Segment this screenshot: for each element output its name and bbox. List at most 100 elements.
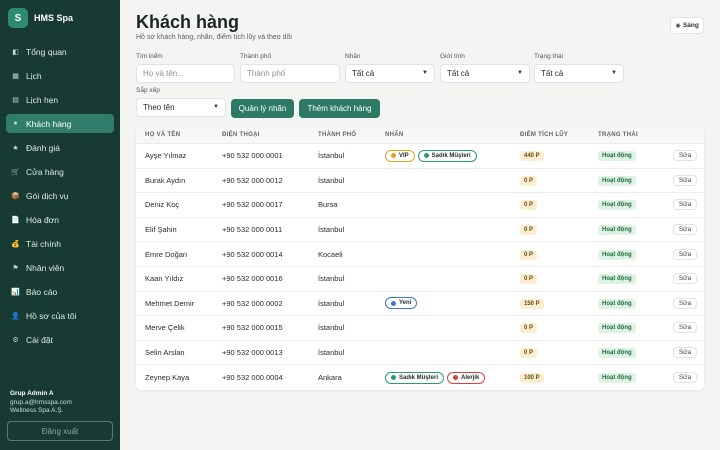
brand[interactable]: S HMS Spa <box>8 8 73 28</box>
tag-label: VIP <box>399 152 409 159</box>
table-header: HỌ VÀ TÊN ĐIỆN THOẠI THÀNH PHỐ NHÃN ĐIỂM… <box>136 126 704 144</box>
customer-name: Merve Çelik <box>145 323 185 333</box>
edit-button[interactable]: Sửa <box>673 248 697 260</box>
search-filter: Tìm kiếm Họ và tên... <box>136 53 235 83</box>
tag-dot-icon <box>453 375 459 381</box>
edit-button[interactable]: Sửa <box>673 273 697 285</box>
table-row[interactable]: Mehmet Demir +90 532 000 0002 İstanbul Yeni… <box>136 292 704 317</box>
edit-cell: Sửa <box>673 372 697 384</box>
edit-button[interactable]: Sửa <box>673 224 697 236</box>
sidebar-item-label: Hóa đơn <box>26 214 59 225</box>
sidebar-nav: ◧ Tổng quan ▦ Lịch ▤ Lịch hẹn ● Khách hàng ★ Đánh… <box>6 42 114 354</box>
tag-badge: Yeni <box>385 297 418 310</box>
table-row[interactable]: Kaan Yıldız +90 532 000 0016 İstanbul 0 P Ho… <box>136 267 704 292</box>
points-cell: 0 P <box>520 199 538 211</box>
customer-city: İstanbul <box>318 348 345 358</box>
sidebar-item[interactable]: 🛒 Cửa hàng <box>6 162 114 181</box>
sidebar-item[interactable]: ▤ Lịch hẹn <box>6 90 114 109</box>
sidebar-item-label: Gói dịch vụ <box>26 190 69 201</box>
logout-button[interactable]: Đăng xuất <box>7 421 113 441</box>
table-row[interactable]: Merve Çelik +90 532 000 0015 İstanbul 0 P Ho… <box>136 316 704 341</box>
tag-label: Nhãn <box>345 53 361 60</box>
status-select[interactable]: Tất cả ▼ <box>534 64 624 83</box>
manage-tags-button[interactable]: Quản lý nhãn <box>231 99 294 118</box>
tag-filter: Nhãn Tất cả ▼ <box>345 53 435 83</box>
points-cell: 150 P <box>520 298 544 309</box>
customer-name: Emre Doğan <box>145 249 188 259</box>
tag-badge: Sadık Müşteri <box>385 371 445 384</box>
sidebar-item[interactable]: 💰 Tài chính <box>6 234 114 253</box>
customer-city: Bursa <box>318 200 338 210</box>
sidebar-item[interactable]: ▦ Lịch <box>6 66 114 85</box>
edit-button[interactable]: Sửa <box>673 150 697 162</box>
table-row[interactable]: Deniz Koç +90 532 000 0017 Bursa 0 P Hoạt độ… <box>136 193 704 218</box>
status-badge: Hoạt động <box>598 249 636 260</box>
gender-filter: Giới tính Tất cả ▼ <box>440 53 530 83</box>
main-content: Khách hàng Hồ sơ khách hàng, nhãn, điểm … <box>120 0 720 450</box>
customer-phone: +90 532 000 0002 <box>222 298 283 308</box>
status-cell: Hoạt động <box>598 199 636 211</box>
status-cell: Hoạt động <box>598 372 636 384</box>
points-cell: 0 P <box>520 224 538 236</box>
chevron-down-icon: ▼ <box>213 104 219 110</box>
customer-name: Kaan Yıldız <box>145 274 184 284</box>
status-badge: Hoạt động <box>598 373 636 384</box>
customer-city: İstanbul <box>318 323 345 333</box>
sidebar-item-label: Hồ sơ của tôi <box>26 310 77 321</box>
brand-logo: S <box>8 8 28 28</box>
edit-button[interactable]: Sửa <box>673 174 697 186</box>
sidebar-item[interactable]: 📦 Gói dịch vụ <box>6 186 114 205</box>
tag-badge: Sadık Müşteri <box>417 149 477 162</box>
edit-cell: Sửa <box>673 248 697 260</box>
sidebar-item[interactable]: ★ Đánh giá <box>6 138 114 157</box>
tag-select[interactable]: Tất cả ▼ <box>345 64 435 83</box>
sidebar-item[interactable]: ● Khách hàng <box>6 114 114 133</box>
sidebar-item[interactable]: 👤 Hồ sơ của tôi <box>6 306 114 325</box>
status-cell: Hoạt động <box>598 150 636 162</box>
appointments-icon: ▤ <box>12 96 19 104</box>
sidebar-item[interactable]: ⚑ Nhân viên <box>6 258 114 277</box>
sidebar-item[interactable]: ◧ Tổng quan <box>6 42 114 61</box>
sidebar: S HMS Spa ◧ Tổng quan ▦ Lịch ▤ Lịch hẹn ● Khách… <box>0 0 120 450</box>
status-cell: Hoạt động <box>598 249 636 260</box>
package-icon: 📦 <box>11 192 20 200</box>
status-badge: Hoạt động <box>598 348 636 359</box>
edit-button[interactable]: Sửa <box>673 322 697 334</box>
sidebar-item-label: Cài đặt <box>26 334 53 345</box>
theme-toggle-button[interactable]: ☀ Sáng <box>670 17 704 34</box>
sort-filter: Sắp xếp Theo tên ▼ <box>136 87 226 117</box>
sidebar-item[interactable]: ⚙ Cài đặt <box>6 330 114 349</box>
status-badge: Hoạt động <box>598 151 636 162</box>
add-customer-button[interactable]: Thêm khách hàng <box>299 99 380 118</box>
edit-button[interactable]: Sửa <box>673 347 697 359</box>
status-cell: Hoạt động <box>598 224 636 236</box>
search-input[interactable]: Họ và tên... <box>136 64 235 83</box>
tag-select-value: Tất cả <box>352 69 375 78</box>
status-badge: Hoạt động <box>598 225 636 236</box>
points-cell: 100 P <box>520 372 544 384</box>
edit-button[interactable]: Sửa <box>673 199 697 211</box>
city-input[interactable]: Thành phố <box>240 64 340 83</box>
edit-button[interactable]: Sửa <box>673 297 697 309</box>
table-row[interactable]: Selin Arslan +90 532 000 0013 İstanbul 0 P H… <box>136 341 704 366</box>
sidebar-item[interactable]: 📊 Báo cáo <box>6 282 114 301</box>
table-row[interactable]: Emre Doğan +90 532 000 0014 Kocaeli 0 P Hoạt… <box>136 242 704 267</box>
customer-city: İstanbul <box>318 175 345 185</box>
page-subtitle: Hồ sơ khách hàng, nhãn, điểm tích lũy và… <box>136 34 292 41</box>
table-row[interactable]: Zeynep Kaya +90 532 000 0004 Ankara Sadık M… <box>136 365 704 390</box>
user-org: Wellness Spa A.Ş. <box>10 407 64 414</box>
sidebar-item[interactable]: 📄 Hóa đơn <box>6 210 114 229</box>
dashboard-icon: ◧ <box>12 48 19 56</box>
col-status-header: TRẠNG THÁI <box>598 131 638 138</box>
table-row[interactable]: Elif Şahin +90 532 000 0011 İstanbul 0 P Hoạ… <box>136 218 704 243</box>
tag-dot-icon <box>391 375 396 381</box>
staff-icon: ⚑ <box>12 264 19 272</box>
edit-cell: Sửa <box>673 174 697 186</box>
edit-button[interactable]: Sửa <box>673 372 697 384</box>
points-badge: 0 P <box>520 175 538 186</box>
gender-select[interactable]: Tất cả ▼ <box>440 64 530 83</box>
table-row[interactable]: Burak Aydın +90 532 000 0012 İstanbul 0 P Ho… <box>136 169 704 194</box>
sort-select[interactable]: Theo tên ▼ <box>136 98 226 117</box>
col-phone-header: ĐIỆN THOẠI <box>222 131 260 138</box>
table-row[interactable]: Ayşe Yılmaz +90 532 000 0001 İstanbul VIP Sa… <box>136 144 704 169</box>
